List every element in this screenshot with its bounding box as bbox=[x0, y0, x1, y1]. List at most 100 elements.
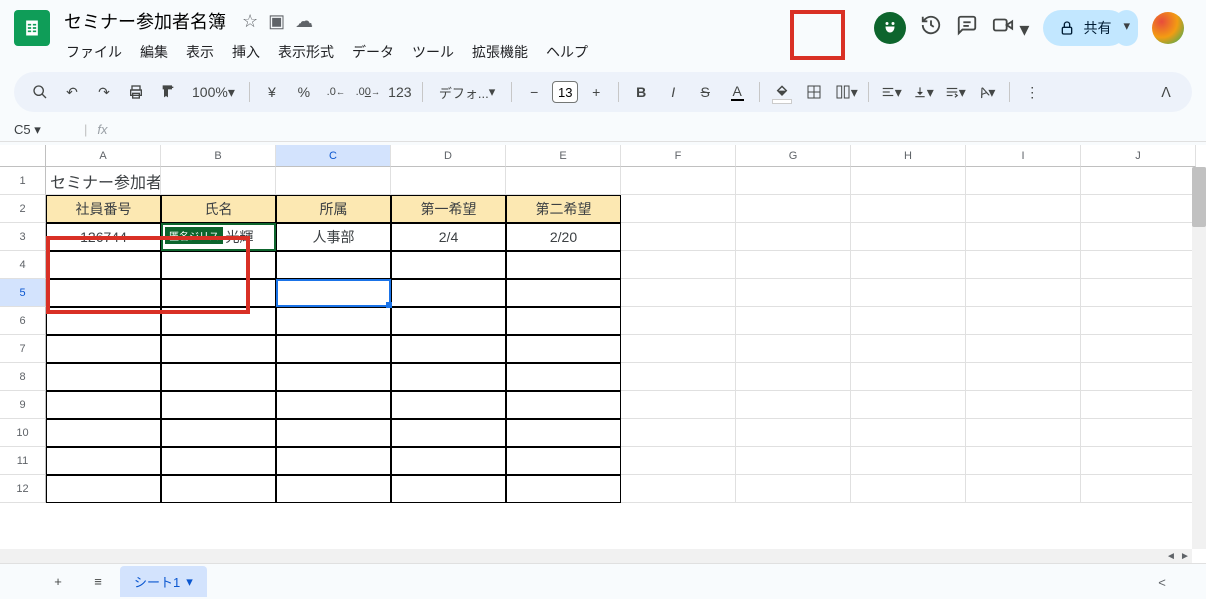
cell[interactable]: 第一希望 bbox=[391, 195, 506, 223]
cell[interactable] bbox=[46, 307, 161, 335]
cell[interactable] bbox=[966, 419, 1081, 447]
cell[interactable] bbox=[506, 475, 621, 503]
cell[interactable] bbox=[1081, 195, 1196, 223]
col-header[interactable]: F bbox=[621, 145, 736, 167]
strikethrough-button[interactable]: S bbox=[691, 78, 719, 106]
cell[interactable] bbox=[276, 447, 391, 475]
cell[interactable] bbox=[851, 223, 966, 251]
col-header[interactable]: E bbox=[506, 145, 621, 167]
cell[interactable] bbox=[391, 447, 506, 475]
cell[interactable] bbox=[506, 363, 621, 391]
cell[interactable] bbox=[736, 475, 851, 503]
print-icon[interactable] bbox=[122, 78, 150, 106]
sheet-tab[interactable]: シート1 ▾ bbox=[120, 566, 207, 597]
cell[interactable] bbox=[276, 279, 391, 307]
cell[interactable] bbox=[851, 251, 966, 279]
cell[interactable] bbox=[1081, 391, 1196, 419]
vertical-scrollbar[interactable] bbox=[1192, 167, 1206, 549]
cell[interactable] bbox=[161, 447, 276, 475]
cell[interactable] bbox=[161, 363, 276, 391]
more-toolbar-icon[interactable]: ⋮ bbox=[1018, 78, 1046, 106]
cell[interactable] bbox=[161, 391, 276, 419]
cell[interactable] bbox=[276, 475, 391, 503]
vertical-align-button[interactable]: ▾ bbox=[909, 78, 937, 106]
cell[interactable] bbox=[621, 447, 736, 475]
cell[interactable] bbox=[966, 279, 1081, 307]
cell[interactable] bbox=[736, 223, 851, 251]
cell[interactable] bbox=[1081, 363, 1196, 391]
cell[interactable] bbox=[736, 279, 851, 307]
all-sheets-button[interactable]: ≡ bbox=[80, 567, 116, 597]
cell[interactable] bbox=[851, 335, 966, 363]
menu-データ[interactable]: データ bbox=[344, 38, 402, 66]
cell[interactable] bbox=[621, 167, 736, 195]
cell[interactable] bbox=[1081, 279, 1196, 307]
menu-ヘルプ[interactable]: ヘルプ bbox=[538, 38, 596, 66]
cell[interactable] bbox=[736, 363, 851, 391]
cell[interactable] bbox=[851, 167, 966, 195]
cell[interactable] bbox=[391, 475, 506, 503]
row-header[interactable]: 6 bbox=[0, 307, 46, 335]
cell[interactable] bbox=[161, 167, 276, 195]
cell[interactable] bbox=[276, 335, 391, 363]
cell[interactable] bbox=[276, 391, 391, 419]
more-formats[interactable]: 123 bbox=[386, 78, 414, 106]
search-icon[interactable] bbox=[26, 78, 54, 106]
menu-表示形式[interactable]: 表示形式 bbox=[270, 38, 342, 66]
cell[interactable] bbox=[506, 335, 621, 363]
cell[interactable] bbox=[966, 391, 1081, 419]
cell[interactable]: 126744 bbox=[46, 223, 161, 251]
col-header[interactable]: A bbox=[46, 145, 161, 167]
cell[interactable] bbox=[851, 391, 966, 419]
menu-編集[interactable]: 編集 bbox=[132, 38, 176, 66]
horizontal-scrollbar[interactable]: ◄► bbox=[0, 549, 1192, 563]
borders-button[interactable] bbox=[800, 78, 828, 106]
cell[interactable] bbox=[1081, 335, 1196, 363]
cell[interactable]: 所属 bbox=[276, 195, 391, 223]
text-wrap-button[interactable]: ▾ bbox=[941, 78, 969, 106]
history-icon[interactable] bbox=[920, 14, 942, 42]
decrease-decimal[interactable]: .0← bbox=[322, 78, 350, 106]
cell[interactable] bbox=[736, 251, 851, 279]
cell[interactable] bbox=[966, 307, 1081, 335]
cell[interactable] bbox=[966, 251, 1081, 279]
menu-拡張機能[interactable]: 拡張機能 bbox=[464, 38, 536, 66]
cell[interactable] bbox=[621, 363, 736, 391]
redo-icon[interactable]: ↷ bbox=[90, 78, 118, 106]
col-header[interactable]: C bbox=[276, 145, 391, 167]
name-box[interactable]: C5 ▾ bbox=[14, 122, 74, 138]
cell[interactable] bbox=[161, 335, 276, 363]
cell[interactable] bbox=[966, 223, 1081, 251]
cell[interactable] bbox=[851, 475, 966, 503]
cell[interactable] bbox=[506, 279, 621, 307]
menu-挿入[interactable]: 挿入 bbox=[224, 38, 268, 66]
menu-表示[interactable]: 表示 bbox=[178, 38, 222, 66]
share-dropdown[interactable]: ▾ bbox=[1115, 10, 1138, 46]
cell[interactable] bbox=[851, 363, 966, 391]
cell[interactable]: 吉村 光輝 bbox=[161, 223, 276, 251]
row-header[interactable]: 7 bbox=[0, 335, 46, 363]
cell[interactable] bbox=[391, 363, 506, 391]
cell[interactable] bbox=[1081, 475, 1196, 503]
cell[interactable] bbox=[161, 251, 276, 279]
cell[interactable]: 2/4 bbox=[391, 223, 506, 251]
percent-format[interactable]: % bbox=[290, 78, 318, 106]
cell[interactable]: 氏名 bbox=[161, 195, 276, 223]
currency-format[interactable]: ¥ bbox=[258, 78, 286, 106]
cell[interactable] bbox=[1081, 447, 1196, 475]
cell[interactable] bbox=[506, 251, 621, 279]
row-header[interactable]: 10 bbox=[0, 419, 46, 447]
cell[interactable] bbox=[851, 307, 966, 335]
anonymous-collaborator-avatar[interactable] bbox=[874, 12, 906, 44]
cell[interactable] bbox=[506, 391, 621, 419]
cell[interactable] bbox=[391, 279, 506, 307]
cell[interactable]: 人事部 bbox=[276, 223, 391, 251]
horizontal-align-button[interactable]: ▾ bbox=[877, 78, 905, 106]
zoom-select[interactable]: 100% ▾ bbox=[186, 78, 241, 106]
row-header[interactable]: 12 bbox=[0, 475, 46, 503]
row-header[interactable]: 4 bbox=[0, 251, 46, 279]
row-header[interactable]: 11 bbox=[0, 447, 46, 475]
col-header[interactable]: G bbox=[736, 145, 851, 167]
italic-button[interactable]: I bbox=[659, 78, 687, 106]
cloud-status-icon[interactable]: ☁ bbox=[295, 11, 313, 32]
